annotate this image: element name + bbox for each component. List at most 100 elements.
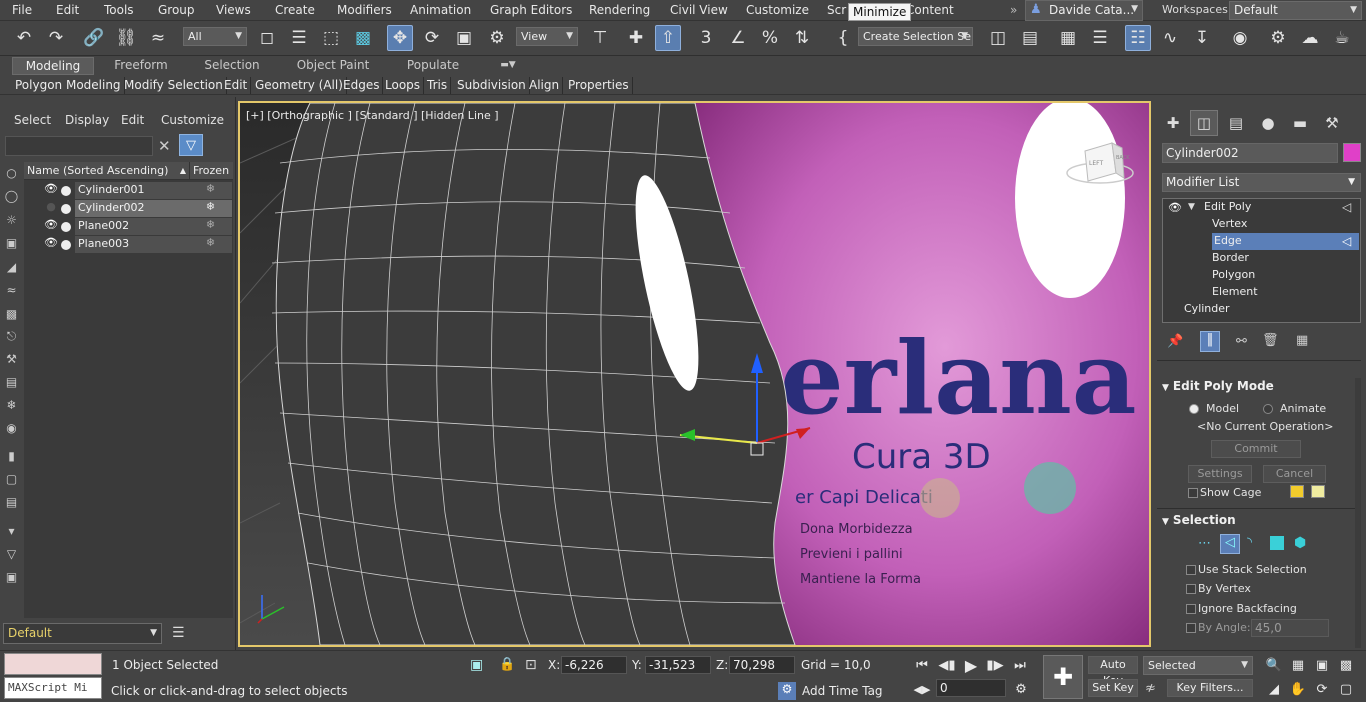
isolate-selection-icon[interactable]: ▣ [470,657,483,673]
stack-edit-poly[interactable]: Edit Poly [1204,199,1251,216]
add-time-tag-button[interactable]: Add Time Tag [802,684,883,698]
go-to-start-icon[interactable]: ⏮ [912,656,932,674]
menu-views[interactable]: Views [216,0,251,21]
spinner-snap-icon[interactable]: ⇅ [789,25,815,51]
selection-filter-dropdown[interactable]: All ▼ [183,27,247,46]
display-all-icon[interactable]: ▮ [3,447,20,464]
schematic-view-icon[interactable]: ↧ [1189,25,1215,51]
selection-lock-icon[interactable]: 🔒 [499,657,515,672]
maxscript-listener-output[interactable] [4,653,102,675]
display-lights-icon[interactable]: ☼ [3,211,20,228]
play-icon[interactable]: ▶ [961,655,981,675]
user-account[interactable]: ♟ Davide Cata... ▼ [1025,0,1143,21]
frozen-snowflake-icon[interactable]: ❄ [189,218,232,235]
pan-view-icon[interactable]: ✋ [1289,680,1307,698]
visibility-eye-icon[interactable]: ● [43,200,59,217]
tab-selection[interactable]: Selection [191,57,273,75]
ribbon-modify-selection[interactable]: Modify Selection [121,77,227,94]
radio-animate[interactable] [1263,404,1273,414]
stack-polygon[interactable]: Polygon [1212,267,1255,284]
modifier-list-dropdown[interactable]: Modifier List ▼ [1162,173,1361,192]
menu-rendering[interactable]: Rendering [589,0,650,21]
menu-group[interactable]: Group [158,0,195,21]
stack-edge[interactable]: Edge [1212,233,1359,250]
menu-file[interactable]: File [12,0,32,21]
menu-civil-view[interactable]: Civil View [670,0,728,21]
maximize-viewport-icon[interactable]: ▢ [1337,680,1355,698]
column-frozen-header[interactable]: Frozen [189,162,233,180]
display-containers-icon[interactable]: ▤ [3,373,20,390]
menu-tools[interactable]: Tools [104,0,134,21]
se-menu-customize[interactable]: Customize [161,113,224,127]
ribbon-loops[interactable]: Loops [382,77,425,94]
display-bones-icon[interactable]: ⚒ [3,350,20,367]
stack-element[interactable]: Element [1212,284,1258,301]
by-angle-checkbox[interactable] [1186,623,1196,633]
orbit-icon[interactable]: ⟳ [1313,680,1331,698]
se-menu-select[interactable]: Select [14,113,51,127]
clear-search-icon[interactable]: ✕ [158,137,171,155]
cage-selected-color-swatch[interactable] [1311,485,1325,498]
stack-eye-icon[interactable]: 👁 [1168,201,1182,214]
key-selection-dropdown[interactable]: Selected ▼ [1143,656,1253,675]
select-by-name-icon[interactable]: ☰ [286,25,312,51]
menu-animation[interactable]: Animation [410,0,471,21]
select-manipulate-icon[interactable]: ✚ [623,25,649,51]
selection-rollout[interactable]: ▼ Selection [1162,512,1236,530]
ribbon-polygon-modeling[interactable]: Polygon Modeling [12,77,125,94]
select-object-icon[interactable]: ◻ [254,25,280,51]
filter-icon[interactable]: ▽ [179,134,203,156]
display-spacewarps-icon[interactable]: ≈ [3,281,20,298]
set-keys-big-button[interactable]: ✚ [1043,655,1083,699]
y-coordinate-field[interactable]: -31,523 [645,656,711,674]
ribbon-properties[interactable]: Properties [565,77,633,94]
display-hidden-icon[interactable]: ◉ [3,419,20,436]
display-invert-icon[interactable]: ▤ [3,493,20,510]
bind-space-warp-icon[interactable]: ≈ [145,25,171,51]
zoom-icon[interactable]: 🔍 [1265,656,1283,674]
undo-icon[interactable]: ↶ [11,25,37,51]
display-tab-icon[interactable]: ▬ [1286,110,1314,136]
x-coordinate-field[interactable]: -6,226 [561,656,627,674]
stack-border[interactable]: Border [1212,250,1249,267]
display-groups-icon[interactable]: ▩ [3,305,20,322]
display-xrefs-icon[interactable]: ⎋ [3,328,20,345]
visibility-eye-icon[interactable]: 👁 [43,218,59,235]
zoom-extents-icon[interactable]: ▣ [1313,656,1331,674]
ribbon-edges[interactable]: Edges [340,77,384,94]
layer-toggle-icon[interactable]: ▣ [3,568,20,585]
by-vertex-checkbox[interactable] [1186,584,1196,594]
select-scale-icon[interactable]: ▣ [451,25,477,51]
menu-graph-editors[interactable]: Graph Editors [490,0,572,21]
display-frozen-icon[interactable]: ❄ [3,396,20,413]
frozen-snowflake-icon[interactable]: ❄ [189,200,232,217]
display-none2-icon[interactable]: ▢ [3,470,20,487]
go-to-end-icon[interactable]: ⏭ [1010,656,1030,674]
menu-customize[interactable]: Customize [746,0,809,21]
ribbon-edit[interactable]: Edit [221,77,252,94]
radio-model[interactable] [1189,404,1199,414]
stack-vertex[interactable]: Vertex [1212,216,1247,233]
menu-modifiers[interactable]: Modifiers [337,0,392,21]
ribbon-tris[interactable]: Tris [424,77,452,94]
display-none-icon[interactable]: ○ [3,164,20,181]
ribbon-options-icon[interactable]: ▬▼ [488,57,528,75]
filter-funnel-icon[interactable]: ▾ [3,522,20,539]
ignore-backfacing-checkbox[interactable] [1186,604,1196,614]
ribbon-align[interactable]: Align [526,77,564,94]
display-cameras-icon[interactable]: ▣ [3,234,20,251]
show-cage-checkbox[interactable] [1188,488,1198,498]
render-dot-icon[interactable] [61,204,71,214]
next-frame-icon[interactable]: ▮▶ [985,656,1005,674]
render-dot-icon[interactable] [61,240,71,250]
frozen-snowflake-icon[interactable]: ❄ [189,236,232,253]
edit-poly-mode-rollout[interactable]: ▼ Edit Poly Mode [1162,378,1274,396]
tab-populate[interactable]: Populate [392,57,474,75]
previous-frame-icon[interactable]: ◀▮ [937,656,957,674]
menu-scripting[interactable]: Scripting [827,0,847,21]
select-rotate-icon[interactable]: ⟳ [419,25,445,51]
key-filters-icon[interactable]: ≉ [1145,681,1156,696]
make-unique-icon[interactable]: ⚯ [1236,334,1247,349]
maxscript-mini-listener[interactable]: MAXScript Mi [4,677,102,699]
time-configuration-icon[interactable]: ⚙ [1012,680,1030,698]
